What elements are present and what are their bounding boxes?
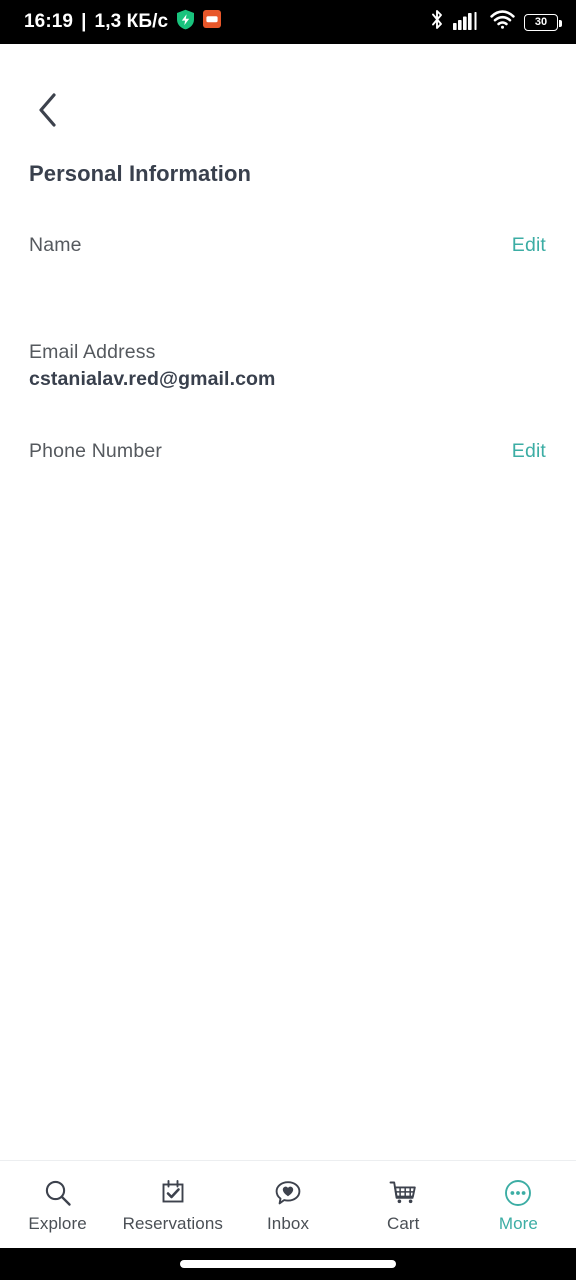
edit-phone-link[interactable]: Edit	[512, 438, 546, 464]
more-circle-icon	[503, 1178, 533, 1208]
shopping-cart-icon	[388, 1178, 418, 1208]
wifi-icon	[490, 10, 515, 34]
row-text-group: Name	[29, 232, 82, 258]
chevron-left-icon	[37, 92, 59, 132]
app-square-icon	[203, 10, 222, 34]
search-icon	[43, 1178, 73, 1208]
bottom-navigation-bar: Explore Reservations Inbox Cart More	[0, 1160, 576, 1248]
status-bar: 16:19 | 1,3 КБ/с 30	[0, 0, 576, 44]
status-clock: 16:19	[24, 11, 74, 32]
tab-cart[interactable]: Cart	[346, 1161, 461, 1248]
tab-inbox[interactable]: Inbox	[230, 1161, 345, 1248]
calendar-check-icon	[158, 1178, 188, 1208]
field-label-name: Name	[29, 234, 82, 256]
tab-label-cart: Cart	[386, 1213, 420, 1233]
table-row-email: Email Address cstanialav.red@gmail.com	[0, 339, 576, 393]
network-speed-text: 1,3 КБ/с	[94, 11, 169, 32]
field-value-email: cstanialav.red@gmail.com	[29, 368, 276, 390]
tab-label-inbox: Inbox	[266, 1213, 310, 1233]
tab-more[interactable]: More	[461, 1161, 576, 1248]
table-row-name[interactable]: Name Edit	[0, 232, 576, 258]
edit-name-link[interactable]: Edit	[512, 232, 546, 258]
chat-heart-icon	[273, 1178, 303, 1208]
battery-level-text: 30	[534, 15, 548, 28]
field-label-phone: Phone Number	[29, 440, 162, 462]
tab-label-more: More	[498, 1213, 538, 1233]
personal-info-list: Name Edit Email Address cstanialav.red@g…	[0, 232, 576, 464]
system-gesture-bar	[0, 1248, 576, 1280]
bluetooth-icon	[430, 9, 444, 35]
battery-icon: 30	[524, 13, 562, 31]
row-text-group: Email Address cstanialav.red@gmail.com	[29, 339, 275, 393]
status-bar-left: 16:19 | 1,3 КБ/с	[24, 9, 222, 36]
status-separator: |	[81, 11, 87, 32]
status-bar-right: 30	[430, 9, 562, 35]
phone-screen: 16:19 | 1,3 КБ/с 30 Personal Information…	[0, 0, 576, 1280]
back-button[interactable]	[24, 88, 72, 136]
tab-label-explore: Explore	[28, 1213, 87, 1233]
tab-explore[interactable]: Explore	[0, 1161, 115, 1248]
shield-icon	[176, 9, 195, 36]
main-content: Personal Information Name Edit Email Add…	[0, 44, 576, 1160]
row-text-group: Phone Number	[29, 438, 162, 464]
tab-label-reservations: Reservations	[122, 1213, 224, 1233]
field-label-email: Email Address	[29, 341, 156, 363]
home-gesture-pill[interactable]	[180, 1260, 396, 1268]
tab-reservations[interactable]: Reservations	[115, 1161, 230, 1248]
cellular-signal-icon	[453, 10, 481, 35]
page-title: Personal Information	[29, 161, 252, 186]
table-row-phone[interactable]: Phone Number Edit	[0, 438, 576, 464]
